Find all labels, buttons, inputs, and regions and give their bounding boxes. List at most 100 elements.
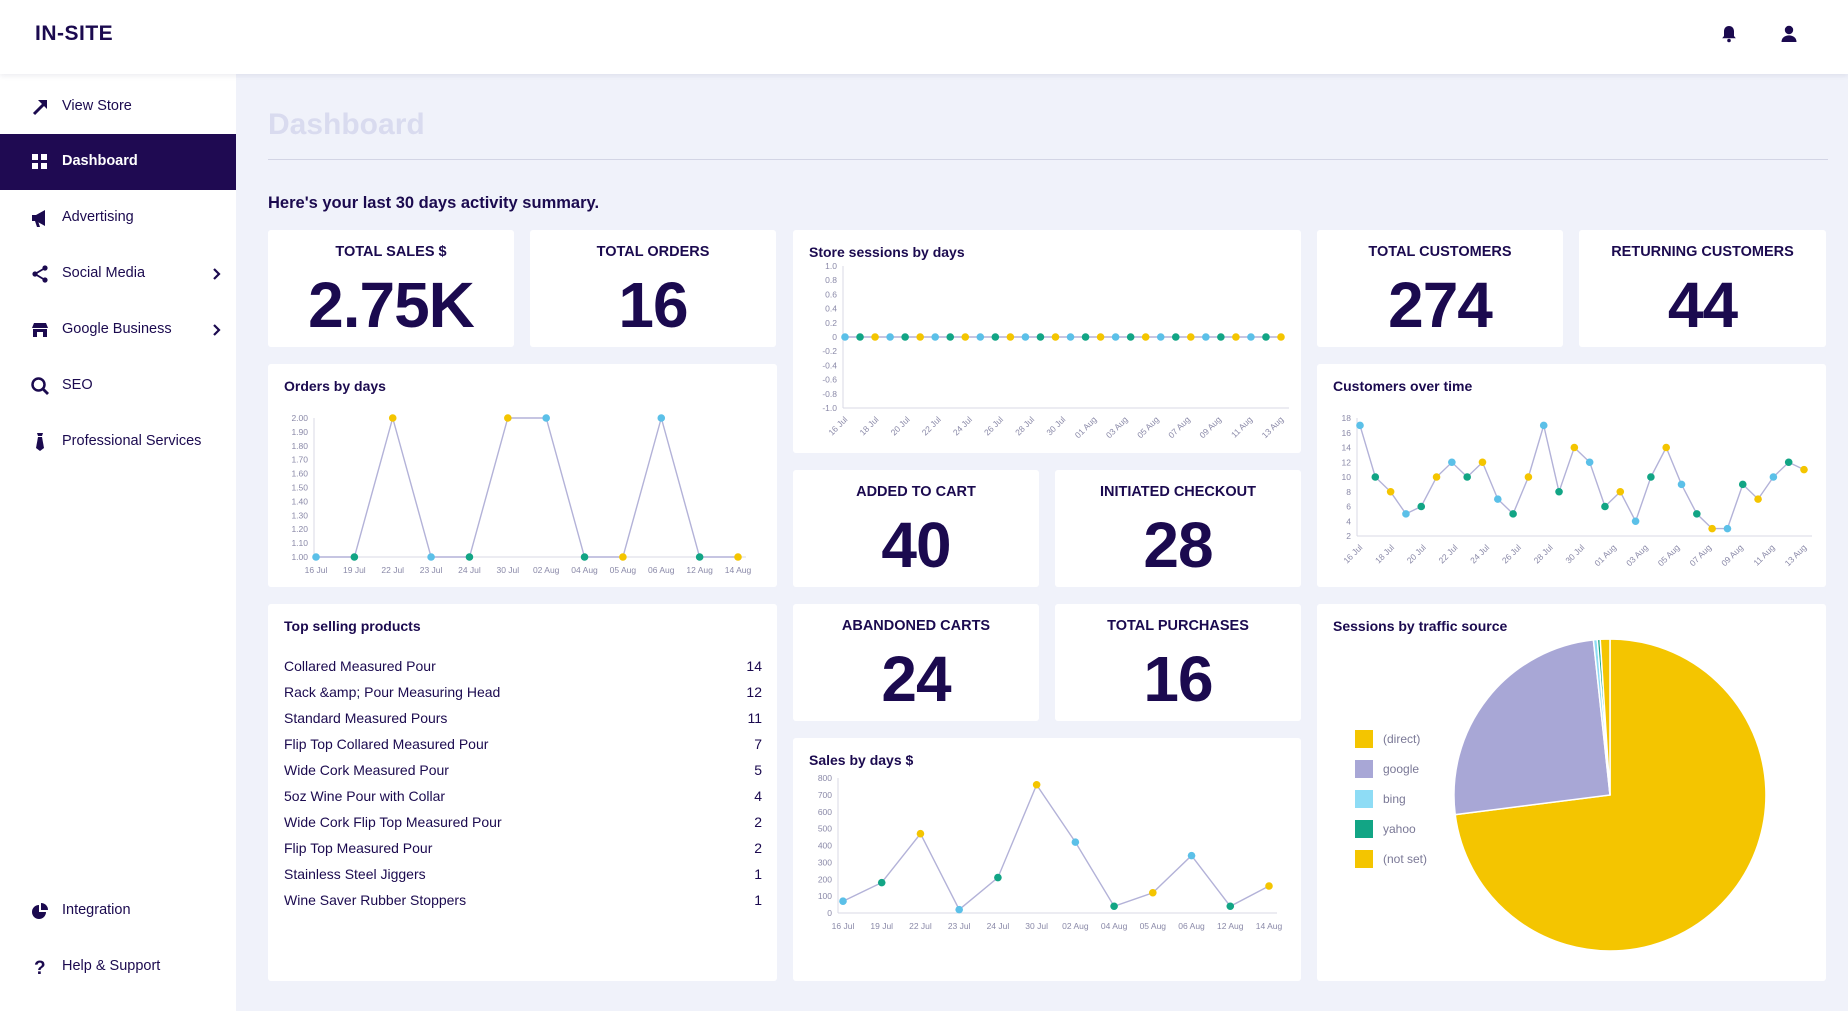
data-point (542, 414, 550, 422)
data-point (1081, 333, 1090, 341)
y-tick-label: 16 (1342, 428, 1352, 438)
data-point (1478, 458, 1487, 467)
sidebar-item-view-store[interactable]: View Store (0, 79, 236, 135)
kpi-value: 2.75K (308, 269, 475, 341)
y-tick-label: 0.4 (825, 304, 837, 314)
data-point (1524, 473, 1533, 481)
chevron-right-icon (210, 266, 224, 282)
data-point (1509, 510, 1517, 518)
data-point (1156, 333, 1165, 341)
x-tick-label: 30 Jul (1563, 542, 1586, 565)
x-tick-label: 07 Aug (1687, 542, 1713, 568)
svg-text:?: ? (34, 958, 46, 977)
pie-slice (1453, 639, 1611, 816)
traffic-source-card: Sessions by traffic source (direct) googl… (1317, 604, 1826, 981)
data-point (1677, 480, 1686, 489)
product-name: Rack &amp; Pour Measuring Head (284, 684, 501, 700)
kpi-total-sales: TOTAL SALES $ 2.75K (268, 230, 514, 347)
y-tick-label: 1.40 (291, 496, 308, 506)
x-tick-label: 16 Jul (832, 921, 855, 931)
x-tick-label: 02 Aug (1062, 921, 1089, 931)
x-tick-label: 13 Aug (1260, 414, 1286, 440)
sidebar-item-help-support[interactable]: ? Help & Support (0, 939, 236, 995)
data-point (1616, 487, 1625, 496)
y-tick-label: 6 (1346, 502, 1351, 512)
sidebar-item-social-media[interactable]: Social Media (0, 246, 236, 302)
app-logo[interactable]: IN-SITE (35, 22, 113, 46)
x-tick-label: 20 Jul (1405, 542, 1428, 565)
x-tick-label: 11 Aug (1751, 542, 1777, 568)
y-tick-label: 4 (1346, 516, 1351, 526)
data-point (901, 333, 909, 341)
external-arrow-icon (30, 97, 50, 117)
data-point (1769, 473, 1778, 481)
sidebar-item-professional-services[interactable]: Professional Services (0, 414, 236, 470)
data-point (1448, 458, 1456, 467)
data-point (1247, 333, 1255, 341)
y-tick-label: -1.0 (822, 403, 837, 413)
chart-card-customers: Customers over time 18 16 14 12 10 8 6 4 2 16 Jul… (1317, 364, 1826, 587)
y-tick-label: 1.80 (291, 441, 308, 451)
sidebar-item-google-business[interactable]: Google Business (0, 302, 236, 358)
x-tick-label: 05 Aug (1656, 542, 1682, 568)
y-tick-label: 1.90 (291, 427, 308, 437)
data-point (1693, 510, 1701, 518)
x-tick-label: 02 Aug (533, 565, 560, 575)
x-tick-label: 23 Jul (948, 921, 971, 931)
data-point (1232, 333, 1240, 341)
data-point (841, 333, 849, 341)
data-point (886, 333, 894, 341)
data-point (1202, 333, 1210, 341)
data-point (1784, 458, 1793, 467)
data-point (1187, 851, 1196, 860)
data-point (1601, 502, 1609, 511)
data-point (1032, 780, 1041, 789)
data-point (991, 333, 1000, 341)
x-tick-label: 11 Aug (1229, 414, 1255, 440)
kpi-label: RETURNING CUSTOMERS (1611, 244, 1794, 260)
y-tick-label: 100 (818, 891, 832, 901)
megaphone-icon (30, 208, 50, 228)
sidebar-item-label: Help & Support (62, 958, 161, 974)
kpi-added-to-cart: ADDED TO CART 40 (793, 470, 1039, 587)
sidebar-item-integration[interactable]: Integration (0, 883, 236, 939)
store-icon (30, 320, 50, 340)
data-point (1036, 333, 1045, 341)
sidebar-item-dashboard[interactable]: Dashboard (0, 134, 236, 190)
question-icon: ? (30, 957, 50, 979)
data-point (1277, 333, 1285, 341)
sidebar-item-label: Professional Services (62, 433, 202, 449)
y-tick-label: 0 (827, 908, 832, 918)
bell-icon[interactable] (1719, 24, 1739, 44)
kpi-total-customers: TOTAL CUSTOMERS 274 (1317, 230, 1563, 347)
kpi-label: TOTAL CUSTOMERS (1368, 244, 1512, 260)
y-tick-label: 700 (818, 790, 832, 800)
share-icon (30, 264, 50, 284)
x-tick-label: 13 Aug (1783, 542, 1809, 568)
data-point (1723, 524, 1732, 533)
y-tick-label: -0.2 (822, 346, 837, 356)
data-point (994, 873, 1002, 882)
kpi-label: TOTAL PURCHASES (1107, 618, 1249, 634)
sidebar-item-seo[interactable]: SEO (0, 358, 236, 414)
y-tick-label: 0 (832, 332, 837, 342)
top-products-card: Top selling products Collared Measured P… (268, 604, 777, 981)
data-point (1570, 443, 1579, 452)
chart-card-sessions: Store sessions by days 1.0 0.8 0.6 0.4 0.2 0-… (793, 230, 1301, 453)
sidebar-item-label: Google Business (62, 321, 172, 337)
x-tick-label: 28 Jul (1013, 414, 1036, 437)
tie-icon (30, 432, 50, 452)
x-tick-label: 16 Jul (305, 565, 328, 575)
product-name: Flip Top Collared Measured Pour (284, 736, 489, 752)
sidebar-item-advertising[interactable]: Advertising (0, 190, 236, 246)
x-tick-label: 09 Aug (1197, 414, 1223, 440)
product-row: Standard Measured Pours 11 (284, 708, 762, 734)
x-tick-label: 28 Jul (1532, 542, 1555, 565)
grid-icon (30, 152, 50, 172)
data-point (427, 553, 435, 561)
user-icon[interactable] (1779, 24, 1799, 44)
product-row: 5oz Wine Pour with Collar 4 (284, 786, 762, 812)
x-tick-label: 19 Jul (870, 921, 893, 931)
y-tick-label: 1.00 (291, 552, 308, 562)
series-line (1359, 422, 1805, 530)
